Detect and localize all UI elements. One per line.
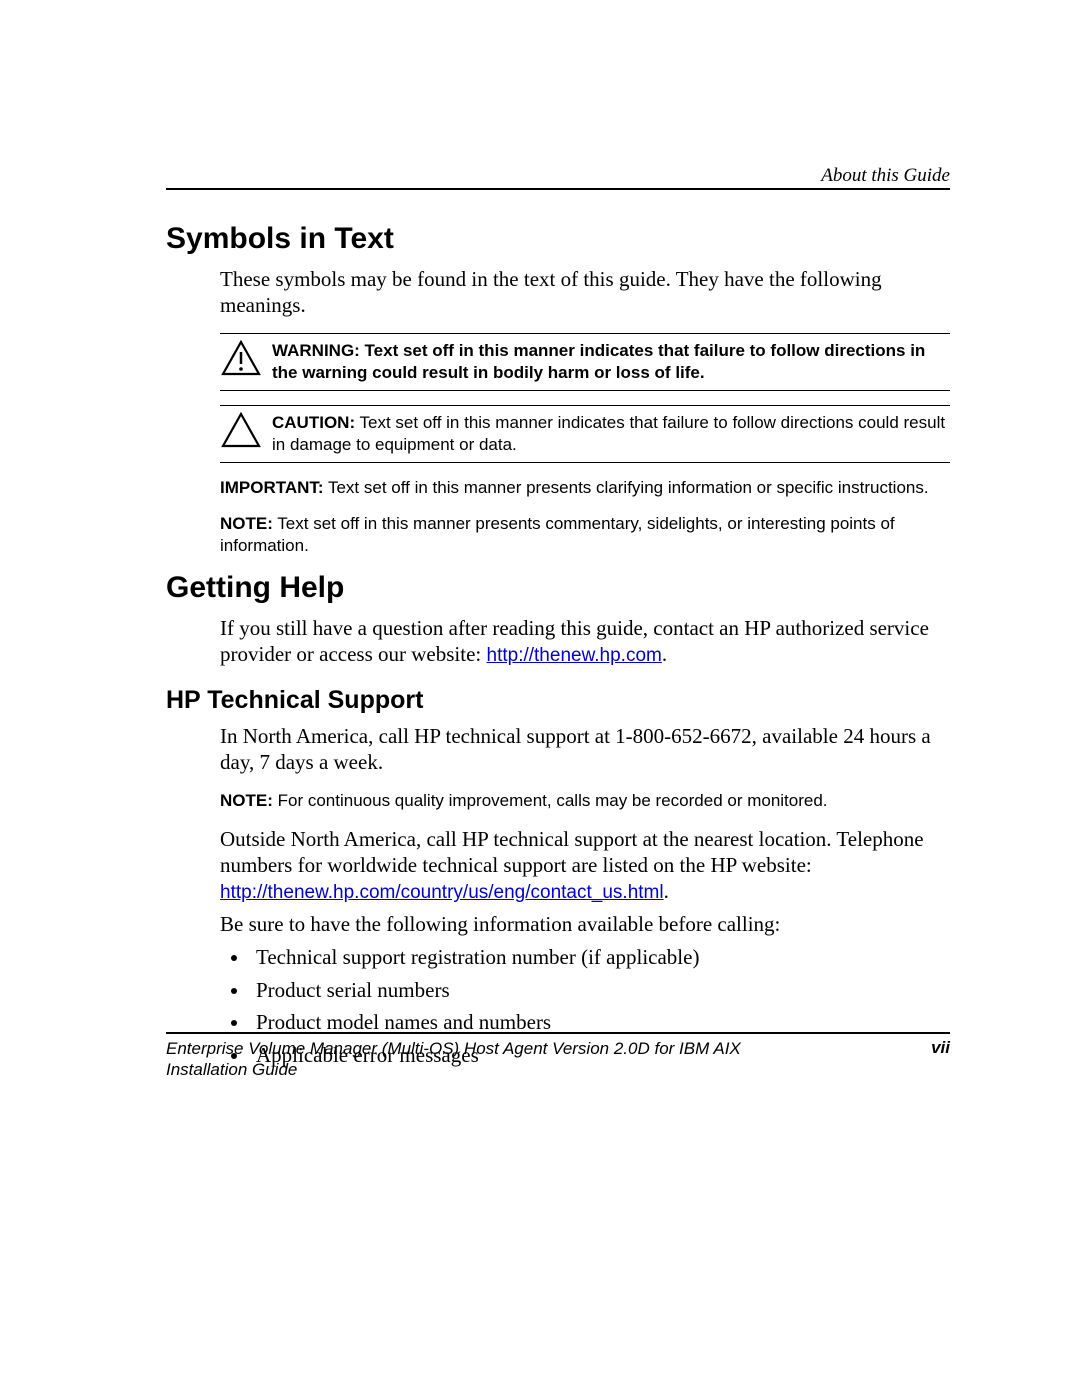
content: Symbols in Text These symbols may be fou… [166, 222, 950, 1071]
caution-text: Text set off in this manner indicates th… [272, 413, 945, 454]
heading-getting-help: Getting Help [166, 571, 950, 605]
tech-contact-link[interactable]: http://thenew.hp.com/country/us/eng/cont… [220, 882, 664, 903]
callout-rule [220, 405, 950, 406]
warning-label: WARNING: [272, 341, 360, 360]
tech-before-calling: Be sure to have the following informatio… [166, 911, 950, 937]
footer: Enterprise Volume Manager (Multi-OS) Hos… [166, 1032, 950, 1081]
tech-note-text: For continuous quality improvement, call… [273, 791, 828, 810]
caution-text-block: CAUTION: Text set off in this manner ind… [272, 412, 950, 456]
tech-outside-post: . [664, 879, 669, 903]
warning-callout: WARNING: Text set off in this manner ind… [220, 333, 950, 391]
list-item: Technical support registration number (i… [250, 941, 950, 974]
warning-text: Text set off in this manner indicates th… [272, 341, 925, 382]
important-text: Text set off in this manner presents cla… [324, 478, 929, 497]
header-rule [166, 188, 950, 190]
tech-na: In North America, call HP technical supp… [166, 723, 950, 776]
tech-note-label: NOTE: [220, 791, 273, 810]
note-text: Text set off in this manner presents com… [220, 514, 895, 555]
callout-rule [220, 462, 950, 463]
help-intro: If you still have a question after readi… [166, 615, 950, 668]
running-header: About this Guide [821, 165, 950, 187]
important-label: IMPORTANT: [220, 478, 324, 497]
list-item: Product serial numbers [250, 974, 950, 1007]
footer-title-block: Enterprise Volume Manager (Multi-OS) Hos… [166, 1038, 741, 1081]
warning-text-block: WARNING: Text set off in this manner ind… [272, 340, 950, 384]
note-label: NOTE: [220, 514, 273, 533]
symbols-intro: These symbols may be found in the text o… [166, 266, 950, 319]
help-website-link[interactable]: http://thenew.hp.com [487, 645, 662, 666]
footer-rule [166, 1032, 950, 1034]
footer-doc-subtitle: Installation Guide [166, 1059, 741, 1080]
page-number: vii [931, 1038, 950, 1058]
page: About this Guide Symbols in Text These s… [0, 0, 1080, 1397]
callout-rule [220, 390, 950, 391]
caution-icon [220, 412, 262, 448]
callout-rule [220, 333, 950, 334]
tech-outside-pre: Outside North America, call HP technical… [220, 827, 924, 877]
caution-callout: CAUTION: Text set off in this manner ind… [220, 405, 950, 463]
heading-hp-technical-support: HP Technical Support [166, 686, 950, 715]
tech-outside: Outside North America, call HP technical… [166, 826, 950, 905]
warning-icon [220, 340, 262, 376]
tech-note: NOTE: For continuous quality improvement… [220, 790, 950, 812]
important-note: IMPORTANT: Text set off in this manner p… [220, 477, 950, 499]
footer-doc-title: Enterprise Volume Manager (Multi-OS) Hos… [166, 1038, 741, 1059]
heading-symbols-in-text: Symbols in Text [166, 222, 950, 256]
note-block: NOTE: Text set off in this manner presen… [220, 513, 950, 557]
caution-label: CAUTION: [272, 413, 355, 432]
help-intro-post: . [662, 642, 667, 666]
